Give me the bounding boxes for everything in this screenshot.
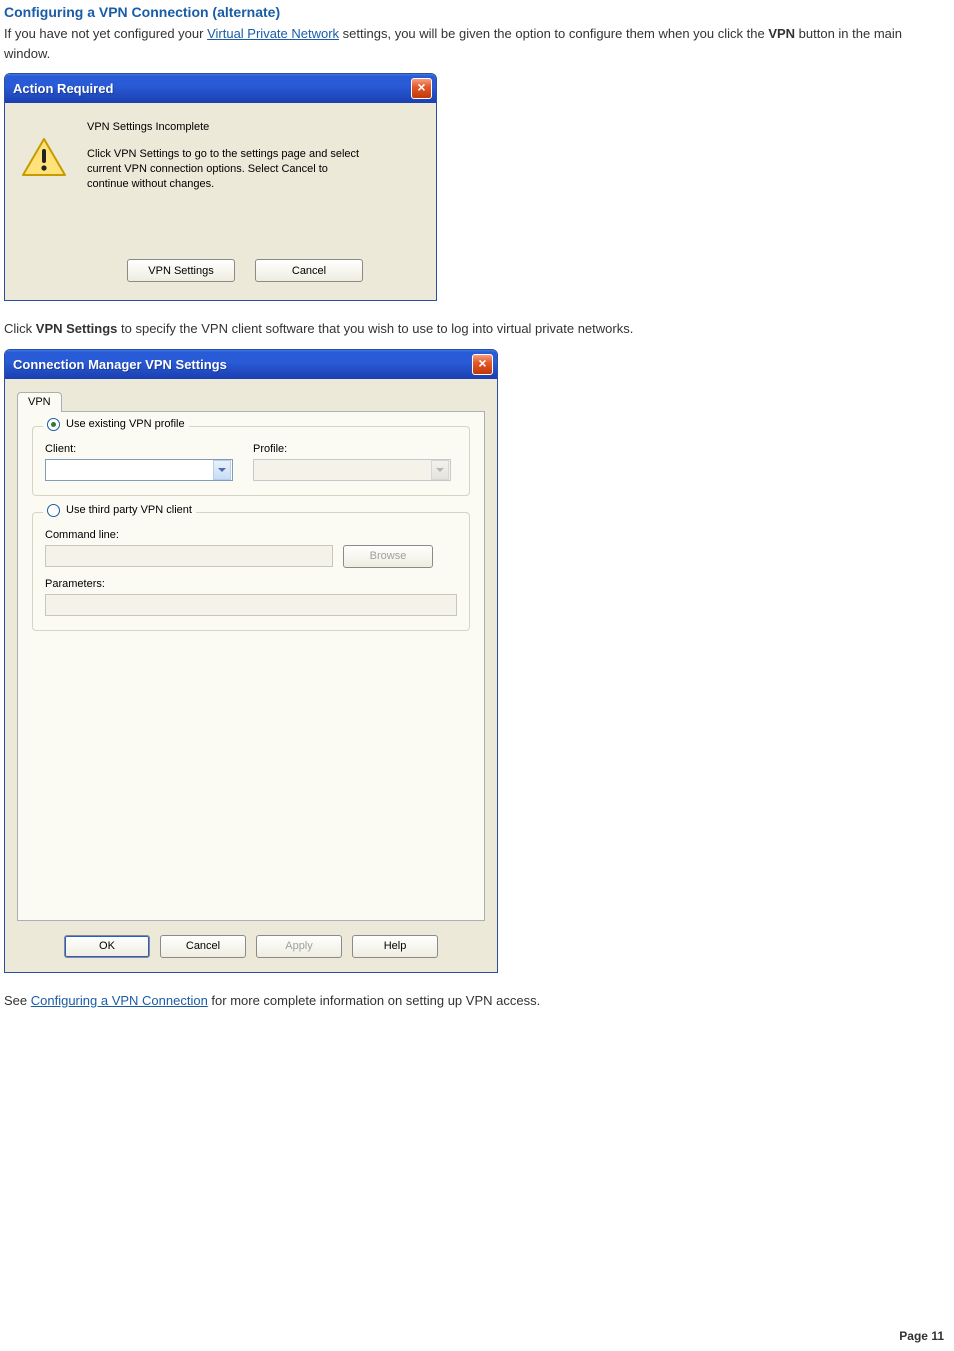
command-line-label: Command line:: [45, 529, 457, 541]
close-button[interactable]: ×: [472, 354, 493, 375]
radio-third-party[interactable]: [47, 504, 60, 517]
tab-panel: Use existing VPN profile Client: Profile…: [17, 411, 485, 921]
dialog-title: Connection Manager VPN Settings: [13, 357, 472, 372]
group-third-party: Use third party VPN client Command line:…: [32, 512, 470, 631]
intro-paragraph: If you have not yet configured your Virt…: [4, 24, 946, 63]
radio-existing-profile[interactable]: [47, 418, 60, 431]
tab-vpn[interactable]: VPN: [17, 392, 62, 412]
apply-button[interactable]: Apply: [256, 935, 342, 958]
chevron-down-icon: [213, 460, 231, 480]
command-line-input[interactable]: [45, 545, 333, 567]
close-button[interactable]: ×: [411, 78, 432, 99]
intro-mid: settings, you will be given the option t…: [339, 26, 768, 41]
vpn-link[interactable]: Virtual Private Network: [207, 26, 339, 41]
cancel-button[interactable]: Cancel: [160, 935, 246, 958]
group-existing-profile: Use existing VPN profile Client: Profile…: [32, 426, 470, 496]
vpn-settings-button[interactable]: VPN Settings: [127, 259, 235, 282]
footer-post: for more complete information on setting…: [208, 993, 540, 1008]
footer-paragraph: See Configuring a VPN Connection for mor…: [4, 991, 946, 1011]
mid-pre: Click: [4, 321, 36, 336]
mid-paragraph: Click VPN Settings to specify the VPN cl…: [4, 319, 946, 339]
radio-existing-profile-label: Use existing VPN profile: [66, 418, 185, 430]
mid-post: to specify the VPN client software that …: [117, 321, 633, 336]
close-icon: ×: [417, 79, 425, 95]
configuring-vpn-link[interactable]: Configuring a VPN Connection: [31, 993, 208, 1008]
ar-heading-text: VPN Settings Incomplete: [87, 121, 369, 133]
parameters-label: Parameters:: [45, 578, 457, 590]
client-dropdown[interactable]: [45, 459, 233, 481]
close-icon: ×: [478, 355, 486, 371]
profile-dropdown[interactable]: [253, 459, 451, 481]
footer-pre: See: [4, 993, 31, 1008]
radio-third-party-label: Use third party VPN client: [66, 504, 192, 516]
warning-icon: [21, 137, 67, 177]
profile-label: Profile:: [253, 443, 457, 455]
cancel-button[interactable]: Cancel: [255, 259, 363, 282]
ok-button[interactable]: OK: [64, 935, 150, 958]
chevron-down-icon: [431, 460, 449, 480]
page-title: Configuring a VPN Connection (alternate): [4, 4, 950, 20]
browse-button[interactable]: Browse: [343, 545, 433, 568]
dialog-titlebar: Connection Manager VPN Settings ×: [5, 350, 497, 379]
client-label: Client:: [45, 443, 245, 455]
action-required-dialog: Action Required × VPN Settings Incomplet…: [4, 73, 437, 301]
help-button[interactable]: Help: [352, 935, 438, 958]
dialog-titlebar: Action Required ×: [5, 74, 436, 103]
mid-bold: VPN Settings: [36, 321, 118, 336]
intro-vpn-bold: VPN: [768, 26, 795, 41]
ar-body-text: Click VPN Settings to go to the settings…: [87, 147, 369, 192]
vpn-settings-dialog: Connection Manager VPN Settings × VPN Us…: [4, 349, 498, 973]
dialog-title: Action Required: [13, 81, 411, 96]
intro-pre: If you have not yet configured your: [4, 26, 207, 41]
page-number: Page 11: [899, 1329, 944, 1343]
parameters-input[interactable]: [45, 594, 457, 616]
